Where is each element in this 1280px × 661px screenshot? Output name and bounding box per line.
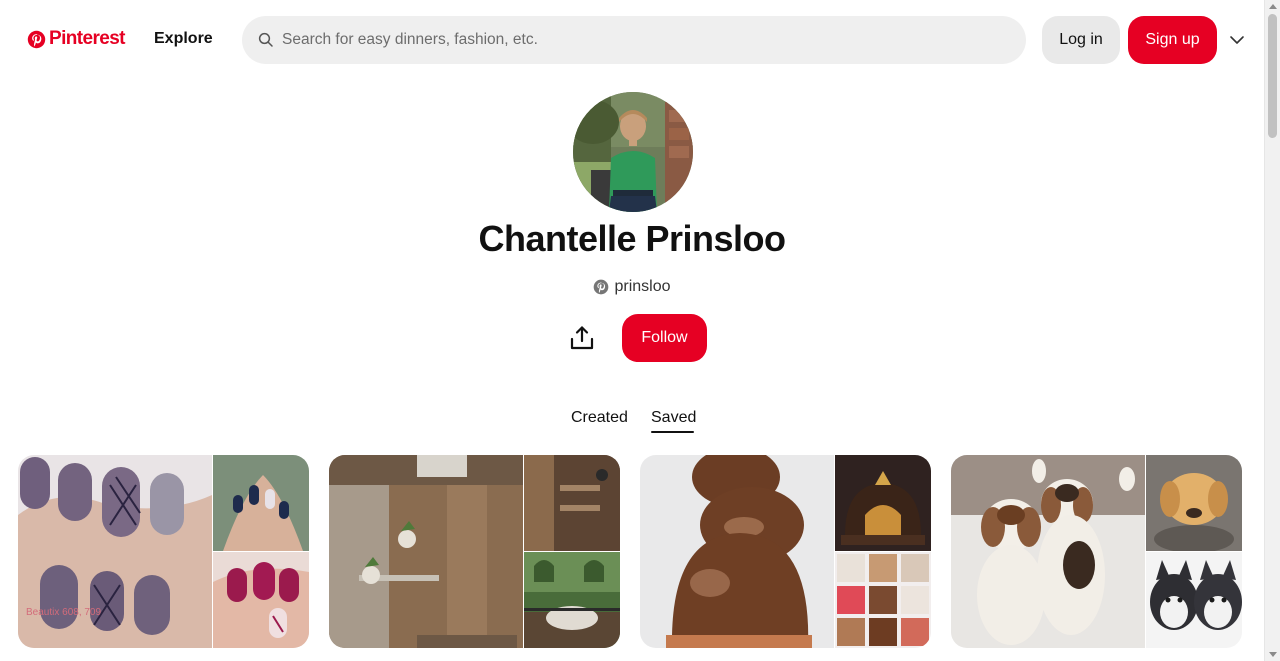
board-thumbnail-image bbox=[524, 552, 620, 648]
scroll-up-arrow-icon[interactable] bbox=[1269, 4, 1277, 9]
profile-handle: prinsloo bbox=[0, 278, 1264, 296]
page-scrollbar[interactable] bbox=[1264, 0, 1280, 661]
board-cover-image: Beautix 608, 709 bbox=[18, 455, 212, 648]
profile-name: Chantelle Prinsloo bbox=[478, 218, 786, 259]
tab-created[interactable]: Created bbox=[571, 409, 628, 427]
pinterest-badge-icon bbox=[594, 279, 609, 295]
tab-saved[interactable]: Saved bbox=[651, 409, 696, 427]
handle-text: prinsloo bbox=[614, 278, 671, 295]
board-cover-image bbox=[329, 455, 523, 648]
board-thumbnail-image bbox=[213, 455, 309, 551]
board-cover-image bbox=[951, 455, 1145, 648]
search-icon bbox=[258, 32, 273, 47]
board-cover-image bbox=[640, 455, 834, 648]
follow-button[interactable]: Follow bbox=[622, 314, 707, 362]
top-header: Pinterest Explore Log in Sign up bbox=[0, 0, 1264, 80]
logo-text: Pinterest bbox=[49, 28, 126, 49]
board-card[interactable] bbox=[951, 455, 1242, 648]
signup-button[interactable]: Sign up bbox=[1128, 16, 1217, 64]
explore-link[interactable]: Explore bbox=[154, 30, 213, 48]
pinterest-logo[interactable]: Pinterest bbox=[27, 28, 126, 50]
board-thumbnail-image bbox=[1146, 455, 1242, 551]
board-card[interactable]: Beautix 608, 709 bbox=[18, 455, 309, 648]
board-thumbnail-image bbox=[524, 455, 620, 551]
board-card[interactable] bbox=[640, 455, 931, 648]
board-thumbnail-image bbox=[835, 455, 931, 551]
board-thumbnail-image bbox=[835, 552, 931, 648]
active-tab-indicator bbox=[651, 431, 694, 433]
board-thumbnail-image bbox=[213, 552, 309, 648]
profile-avatar bbox=[573, 92, 693, 212]
search-bar[interactable] bbox=[242, 16, 1026, 64]
search-input[interactable] bbox=[282, 31, 982, 49]
board-card[interactable] bbox=[329, 455, 620, 648]
pinterest-logo-icon bbox=[27, 30, 46, 48]
login-button[interactable]: Log in bbox=[1042, 16, 1120, 64]
scroll-down-arrow-icon[interactable] bbox=[1269, 652, 1277, 657]
board-thumbnail-image bbox=[1146, 552, 1242, 648]
chevron-down-icon[interactable] bbox=[1229, 33, 1245, 47]
share-button[interactable] bbox=[562, 318, 602, 358]
scroll-thumb[interactable] bbox=[1268, 14, 1277, 138]
share-icon bbox=[570, 326, 594, 350]
board-image-caption: Beautix 608, 709 bbox=[26, 607, 101, 618]
